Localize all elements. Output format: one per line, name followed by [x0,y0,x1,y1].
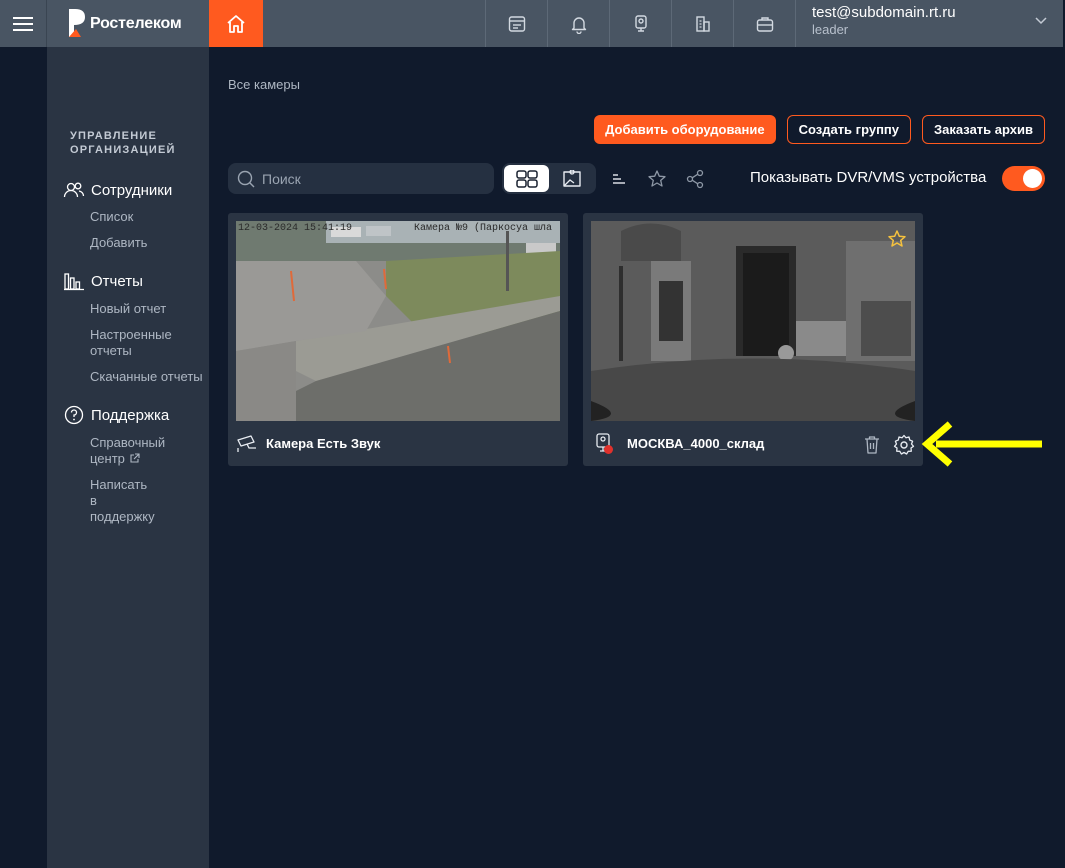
sidebar-item-reports[interactable]: Отчеты [63,271,209,291]
share-button[interactable] [684,168,706,190]
camera-overlay-time: 12-03-2024 15:41:19 [238,223,353,234]
cctv-camera-icon [237,434,256,452]
sidebar-link-write-support[interactable]: Написать в поддержку [63,477,155,525]
sidebar-item-support[interactable]: Поддержка [63,405,209,425]
sidebar-item-label: Сотрудники [91,181,173,199]
top-bar: Ростелеком test@subdomain.rt.ru leader [0,0,1063,47]
sidebar-heading: УПРАВЛЕНИЕ ОРГАНИЗАЦИЕЙ [70,130,176,156]
toolbar: Показывать DVR/VMS устройства [228,163,1045,194]
sort-button[interactable] [608,168,630,190]
users-icon [63,182,85,198]
dvr-toggle-switch[interactable] [1002,166,1045,191]
search-box[interactable] [228,163,494,194]
rostelecom-logo-icon [69,8,85,37]
map-view-button[interactable] [549,165,594,192]
error-badge [604,444,613,454]
favorite-star-icon[interactable] [887,229,907,249]
sidebar-link-downloaded-reports[interactable]: Скачанные отчеты [63,369,209,385]
camera-snapshot-image [591,221,915,421]
dvr-toggle-label: Показывать DVR/VMS устройства [750,169,987,186]
breadcrumb[interactable]: Все камеры [228,77,300,92]
sidebar-item-label: Поддержка [91,406,170,424]
sidebar-link-configured-reports[interactable]: Настроенные отчеты [63,327,172,359]
help-circle-icon [64,405,84,425]
building-icon [695,15,710,32]
cameras-button[interactable] [609,0,671,47]
organization-button[interactable] [671,0,733,47]
sidebar-link-list[interactable]: Список [63,209,209,225]
camera-card[interactable]: МОСКВА_4000_склад [583,213,923,466]
user-menu[interactable]: test@subdomain.rt.ru leader [795,0,1063,47]
camera-card-footer: Камера Есть Звук [236,421,560,466]
sidebar: УПРАВЛЕНИЕ ОРГАНИЗАЦИЕЙ Сотрудники Списо… [47,47,209,868]
user-role: leader [812,22,849,37]
sort-icon [613,174,625,184]
annotation-arrow-icon [921,421,1042,467]
camera-icon [634,14,647,32]
map-icon [562,169,581,187]
card-actions [863,434,915,456]
briefcase-icon [756,16,773,32]
add-equipment-button[interactable]: Добавить оборудование [594,115,776,144]
notifications-button[interactable] [547,0,609,47]
home-button[interactable] [209,0,263,47]
camera-preview[interactable] [591,221,915,421]
chevron-down-icon [1035,17,1047,25]
sidebar-link-new-report[interactable]: Новый отчет [63,301,209,317]
switch-knob [1023,169,1042,188]
search-input[interactable] [262,170,482,187]
left-rail [0,47,47,868]
services-button[interactable] [733,0,795,47]
calendar-icon [508,15,525,32]
camera-grid: 12-03-2024 15:41:19 Камера №9 (Паркосуа … [228,213,923,466]
search-icon [237,170,255,187]
hamburger-menu-button[interactable] [0,0,47,47]
user-email: test@subdomain.rt.ru [812,4,956,21]
grid-view-button[interactable] [504,165,549,192]
camera-title[interactable]: Камера Есть Звук [266,436,380,451]
calendar-button[interactable] [485,0,547,47]
action-buttons: Добавить оборудование Создать группу Зак… [594,115,1045,144]
home-icon [227,14,245,33]
camera-preview[interactable]: 12-03-2024 15:41:19 Камера №9 (Паркосуа … [236,221,560,421]
grid-icon [515,169,538,188]
camera-overlay-name: Камера №9 (Паркосуа шла [414,223,553,234]
favorites-filter-button[interactable] [646,168,668,190]
device-status [595,432,613,455]
hamburger-icon [13,16,33,31]
view-toggle [502,163,596,194]
sidebar-item-employees[interactable]: Сотрудники [63,181,209,199]
camera-snapshot-image [236,221,560,421]
star-icon [648,170,666,187]
create-group-button[interactable]: Создать группу [786,115,912,144]
logo-text: Ростелеком [90,14,182,32]
gear-icon[interactable] [893,434,915,456]
sidebar-link-add[interactable]: Добавить [63,235,209,251]
camera-title[interactable]: МОСКВА_4000_склад [627,436,764,451]
sidebar-link-help-center[interactable]: Справочный центр [63,435,165,467]
external-link-icon [129,453,140,463]
camera-card[interactable]: 12-03-2024 15:41:19 Камера №9 (Паркосуа … [228,213,568,466]
sidebar-item-label: Отчеты [91,272,143,290]
order-archive-button[interactable]: Заказать архив [922,115,1045,144]
share-icon [686,169,704,189]
bar-chart-icon [64,273,84,291]
bell-icon [571,16,586,34]
trash-icon[interactable] [863,435,881,455]
logo[interactable]: Ростелеком [47,0,209,47]
